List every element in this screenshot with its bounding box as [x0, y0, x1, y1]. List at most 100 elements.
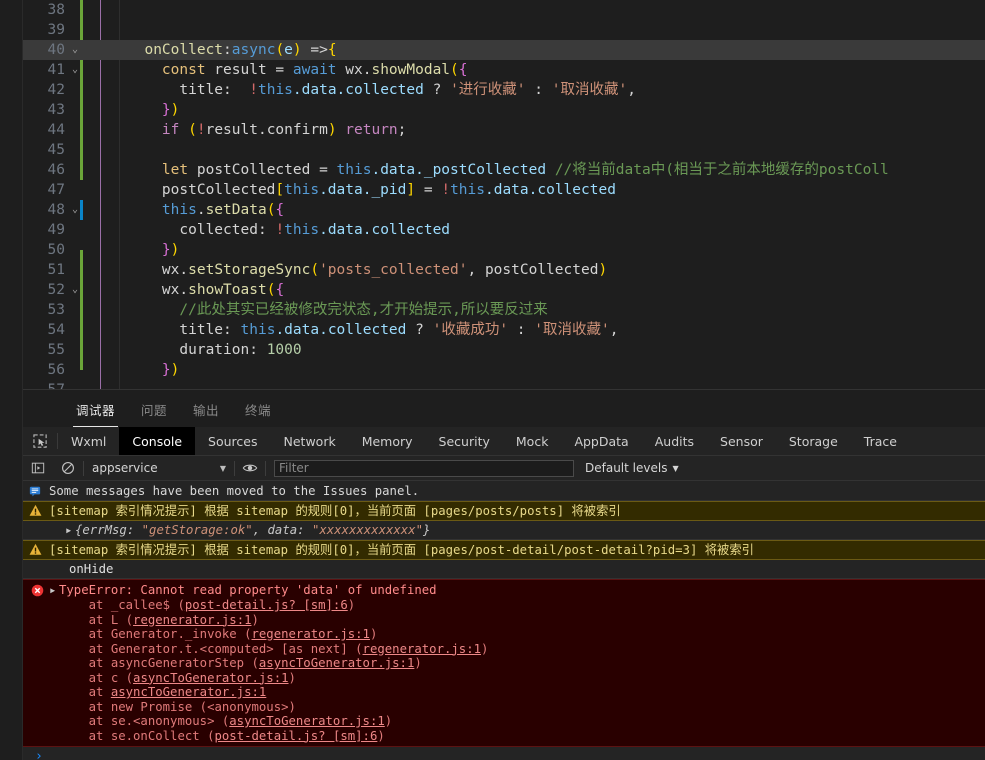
stack-frame-link[interactable]: asyncToGenerator.js:1	[133, 671, 288, 685]
panel-tab-0[interactable]: 调试器	[63, 390, 128, 427]
devtools-tab-mock[interactable]: Mock	[503, 427, 562, 455]
panel-tabs-inner[interactable]: 调试器问题输出终端	[22, 390, 985, 427]
stack-frame-link[interactable]: regenerator.js:1	[252, 627, 370, 641]
code-token: setData	[206, 202, 267, 218]
devtools-tabs[interactable]: WxmlConsole Sources NetworkMemorySecurityM…	[58, 427, 910, 455]
code-text: })	[127, 100, 179, 120]
code-line[interactable]: 43 })	[23, 100, 985, 120]
editor-left-strip	[0, 0, 22, 390]
code-line[interactable]: 55 duration: 1000	[23, 340, 985, 360]
panel-tab-bar[interactable]: 调试器问题输出终端	[0, 390, 985, 427]
code-token	[127, 82, 179, 98]
error-stack-line: at c (asyncToGenerator.js:1)	[23, 671, 985, 686]
code-line[interactable]: 41⌄ const result = await wx.showModal({	[23, 60, 985, 80]
code-token: 'posts_collected'	[319, 262, 467, 278]
fold-chevron-icon[interactable]: ⌄	[69, 200, 81, 220]
stack-frame-text: at asyncGeneratorStep (	[59, 656, 259, 670]
devtools-panel[interactable]: WxmlConsole Sources NetworkMemorySecurityM…	[0, 427, 985, 760]
devtools-tab-appdata[interactable]: AppData	[561, 427, 641, 455]
code-line[interactable]: 54 title: this.data.collected ? '收藏成功' :…	[23, 320, 985, 340]
inspect-element-button[interactable]	[23, 427, 57, 455]
panel-tab-3[interactable]: 终端	[232, 390, 284, 427]
log-level-selector[interactable]: Default levels ▼	[585, 461, 679, 475]
code-line[interactable]: 53 //此处其实已经被修改完状态,才开始提示,所以要反过来	[23, 300, 985, 320]
devtools-tab-wxml[interactable]: Wxml	[58, 427, 119, 455]
code-line[interactable]: 42 title: !this.data.collected ? '进行收藏' …	[23, 80, 985, 100]
code-token	[127, 182, 162, 198]
devtools-tab-trace[interactable]: Trace	[851, 427, 910, 455]
console-info-row[interactable]: Some messages have been moved to the Iss…	[23, 482, 985, 501]
editor-body[interactable]: 383940⌄ onCollect:async(e) =>{41⌄ const …	[22, 0, 985, 390]
stack-frame-link[interactable]: asyncToGenerator.js:1	[229, 714, 384, 728]
code-text: if (!result.confirm) return;	[127, 120, 406, 140]
stack-frame-link[interactable]: post-detail.js? [sm]:6	[214, 729, 377, 743]
devtools-tab-audits[interactable]: Audits	[642, 427, 707, 455]
info-icon	[29, 485, 41, 497]
error-headline[interactable]: ▸TypeError: Cannot read property 'data' …	[23, 582, 985, 598]
context-selector[interactable]: appservice ▼	[84, 456, 234, 480]
code-line[interactable]: 49 collected: !this.data.collected	[23, 220, 985, 240]
code-token: )	[171, 102, 180, 118]
code-line[interactable]: 39	[23, 20, 985, 40]
code-line[interactable]: 52⌄ wx.showToast({	[23, 280, 985, 300]
code-lines[interactable]: 383940⌄ onCollect:async(e) =>{41⌄ const …	[23, 0, 985, 390]
code-token	[127, 42, 144, 58]
code-line[interactable]: 38	[23, 0, 985, 20]
panel-tab-1[interactable]: 问题	[128, 390, 180, 427]
code-token: result.confirm	[206, 122, 328, 138]
devtools-tab-sources[interactable]: Sources	[195, 427, 270, 455]
console-log-row[interactable]: onHide	[23, 560, 985, 579]
console-toolbar[interactable]: appservice ▼ Filter Default levels ▼	[23, 456, 985, 481]
stack-frame-link[interactable]: regenerator.js:1	[133, 613, 251, 627]
devtools-tab-console[interactable]: Console	[119, 427, 195, 455]
code-token: wx.	[162, 282, 188, 298]
code-token: '取消收藏'	[534, 322, 609, 338]
stack-frame-link[interactable]: asyncToGenerator.js:1	[259, 656, 414, 670]
code-line[interactable]: 46 let postCollected = this.data._postCo…	[23, 160, 985, 180]
code-line[interactable]: 48⌄ this.setData({	[23, 200, 985, 220]
code-line[interactable]: 45	[23, 140, 985, 160]
devtools-tab-row[interactable]: WxmlConsole Sources NetworkMemorySecurityM…	[23, 427, 985, 456]
expand-arrow-icon[interactable]: ▸	[65, 521, 75, 539]
console-prompt-row[interactable]: ›	[23, 747, 985, 760]
sidebar-toggle-button[interactable]	[23, 456, 53, 481]
console-error-row[interactable]: ▸TypeError: Cannot read property 'data' …	[23, 579, 985, 747]
console-object-row[interactable]: ▸{errMsg: "getStorage:ok", data: "xxxxxx…	[23, 521, 985, 540]
devtools-tab-memory[interactable]: Memory	[349, 427, 426, 455]
devtools-tab-network[interactable]: Network	[271, 427, 349, 455]
devtools-tab-storage[interactable]: Storage	[776, 427, 851, 455]
console-warning-row[interactable]: [sitemap 索引情况提示] 根据 sitemap 的规则[0]，当前页面 …	[23, 540, 985, 560]
code-line[interactable]: 56 })	[23, 360, 985, 380]
filter-input[interactable]: Filter	[274, 460, 574, 477]
stack-frame-link[interactable]: regenerator.js:1	[363, 642, 481, 656]
fold-chevron-icon[interactable]: ⌄	[69, 280, 81, 300]
fold-chevron-icon[interactable]: ⌄	[69, 40, 81, 60]
panel-tab-2[interactable]: 输出	[180, 390, 232, 427]
code-text: })	[127, 360, 179, 380]
code-line[interactable]: 51 wx.setStorageSync('posts_collected', …	[23, 260, 985, 280]
code-line[interactable]: 47 postCollected[this.data._pid] = !this…	[23, 180, 985, 200]
devtools-tab-security[interactable]: Security	[426, 427, 503, 455]
panel-tab-label: 调试器	[76, 403, 115, 418]
code-line[interactable]: 40⌄ onCollect:async(e) =>{	[23, 40, 985, 60]
code-token: wx.	[337, 62, 372, 78]
console-warning-row[interactable]: [sitemap 索引情况提示] 根据 sitemap 的规则[0]，当前页面 …	[23, 501, 985, 521]
code-token: :	[258, 222, 275, 238]
devtools-tab-label: Sources	[208, 434, 257, 449]
code-token	[179, 122, 188, 138]
devtools-tab-sensor[interactable]: Sensor	[707, 427, 776, 455]
stack-frame-link[interactable]: post-detail.js? [sm]:6	[185, 598, 348, 612]
code-line[interactable]: 50 })	[23, 240, 985, 260]
console-output[interactable]: Some messages have been moved to the Iss…	[23, 482, 985, 760]
object-prefix: {errMsg:	[75, 523, 142, 537]
code-line[interactable]: 44 if (!result.confirm) return;	[23, 120, 985, 140]
stack-frame-link[interactable]: asyncToGenerator.js:1	[111, 685, 266, 699]
console-settings-eye-button[interactable]	[235, 456, 265, 481]
code-editor[interactable]: 383940⌄ onCollect:async(e) =>{41⌄ const …	[0, 0, 985, 390]
fold-chevron-icon[interactable]: ⌄	[69, 60, 81, 80]
code-token	[127, 62, 162, 78]
error-expand-arrow-icon[interactable]: ▸	[49, 582, 59, 598]
clear-console-button[interactable]	[53, 456, 83, 481]
code-token: .data.collected	[485, 182, 616, 198]
devtools-main[interactable]: WxmlConsole Sources NetworkMemorySecurityM…	[22, 427, 985, 760]
